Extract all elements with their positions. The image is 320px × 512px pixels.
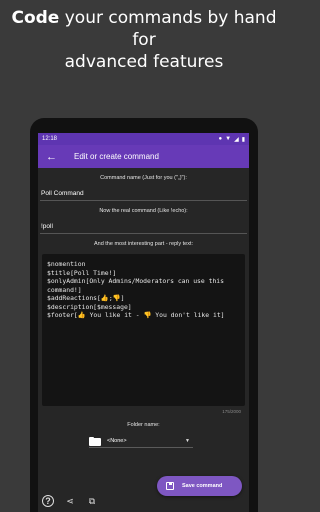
share-icon[interactable]: ⋖ [64,495,76,507]
app-screen: 12:18 ● ▼ ◢ ▮ ← Edit or create command C… [38,133,249,512]
promo-headline: Code your commands by hand for advanced … [0,7,288,73]
real-command-label: Now the real command (Like !echo): [99,208,188,214]
folder-icon [89,436,102,446]
chevron-down-icon: ▼ [185,438,190,444]
signal-icon: ◢ [234,136,239,143]
page-title: Edit or create command [74,152,159,161]
help-icon[interactable]: ? [42,495,54,507]
folder-select[interactable]: <None> ▼ [89,435,193,448]
status-bar: 12:18 ● ▼ ◢ ▮ [38,133,249,145]
headline-bold: Code [11,8,60,28]
headline-line2: advanced features [64,52,224,72]
battery-icon: ▮ [241,136,245,143]
status-icons: ● ▼ ◢ ▮ [218,136,245,143]
reply-text-editor[interactable]: $nomention $title[Poll Time!] $onlyAdmin… [42,254,245,406]
save-icon [166,482,174,490]
save-command-label: Save command [182,483,223,489]
back-arrow-icon[interactable]: ← [46,151,74,163]
settings-dot-icon: ● [218,136,223,142]
folder-select-value: <None> [107,438,127,444]
bottom-bar: ? ⋖ ⧉ [38,490,249,512]
status-time: 12:18 [42,136,58,142]
command-name-label: Command name (Just for you ("„)"): [100,175,187,181]
folder-label: Folder name: [127,422,160,428]
copy-icon[interactable]: ⧉ [86,495,98,507]
headline-line1: your commands by hand for [59,8,277,50]
reply-text-label: And the most interesting part - reply te… [93,241,194,247]
wifi-icon: ▼ [225,136,232,142]
character-counter: 175/2000 [222,409,241,414]
command-name-input[interactable]: Poll Command [40,187,247,201]
real-command-input[interactable]: !poll [40,220,247,234]
app-bar: ← Edit or create command [38,145,249,168]
